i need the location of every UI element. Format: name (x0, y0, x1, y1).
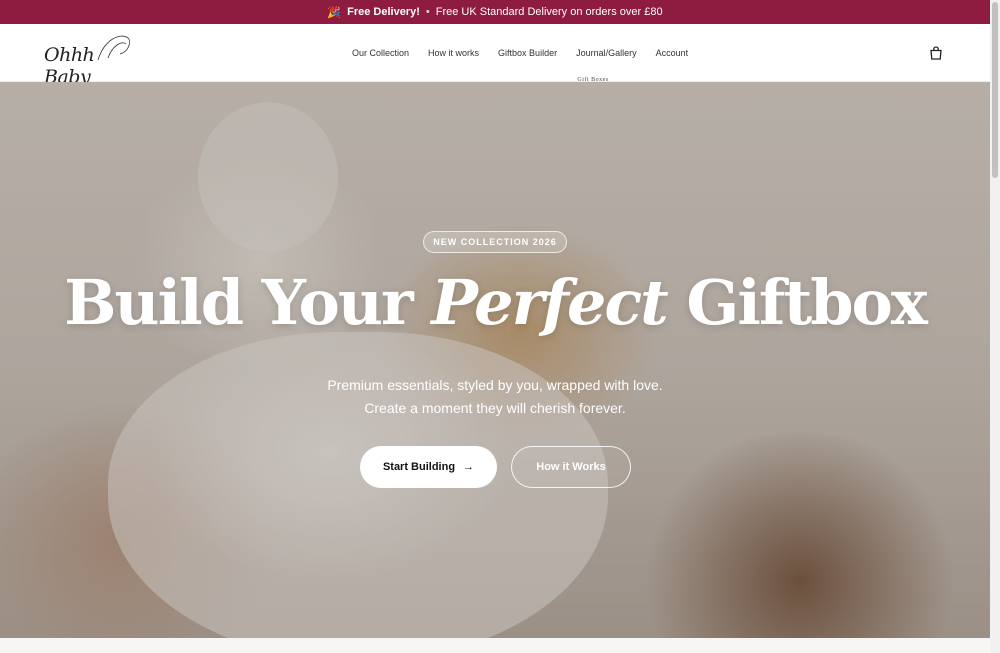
nav-account[interactable]: Account (656, 48, 689, 58)
shopping-bag-icon[interactable] (929, 46, 943, 60)
hero-title-part1: Build Your (64, 266, 413, 339)
announcement-separator: • (425, 6, 430, 18)
nav-how-it-works[interactable]: How it works (428, 48, 479, 58)
brand-logo[interactable]: Ohhh Baby Gift Boxes (44, 30, 608, 88)
hero-title-italic: Perfect (431, 266, 669, 339)
page-scrollbar[interactable] (990, 0, 1000, 653)
site-header: Ohhh Baby Gift Boxes Our Collection How … (0, 24, 990, 88)
hero-subtitle-line2: Create a moment they will cherish foreve… (364, 400, 626, 416)
hero-subtitle-line1: Premium essentials, styled by you, wrapp… (327, 377, 663, 393)
hero-section: NEW COLLECTION 2026 Build Your Perfect G… (0, 82, 990, 638)
hero-title-part2: Giftbox (686, 266, 927, 339)
hero-subtitle: Premium essentials, styled by you, wrapp… (0, 374, 990, 420)
scrollbar-thumb[interactable] (992, 2, 998, 178)
nav-journal-gallery[interactable]: Journal/Gallery (576, 48, 637, 58)
nav-giftbox-builder[interactable]: Giftbox Builder (498, 48, 557, 58)
how-it-works-button[interactable]: How it Works (511, 446, 631, 488)
collection-badge: NEW COLLECTION 2026 (423, 231, 567, 253)
party-icon: 🎉 (327, 6, 342, 19)
announcement-bar: 🎉 Free Delivery! • Free UK Standard Deli… (0, 0, 990, 24)
start-building-label: Start Building (382, 461, 456, 473)
start-building-button[interactable]: Start Building → (360, 446, 497, 488)
hero-title: Build Your Perfect Giftbox (0, 272, 990, 334)
hero-overlay (0, 82, 990, 638)
announcement-text: Free UK Standard Delivery on orders over… (435, 6, 663, 18)
main-nav: Our Collection How it works Giftbox Buil… (352, 24, 688, 82)
announcement-bold: Free Delivery! (347, 6, 420, 18)
nav-our-collection[interactable]: Our Collection (352, 48, 409, 58)
arrow-right-icon: → (463, 461, 475, 473)
